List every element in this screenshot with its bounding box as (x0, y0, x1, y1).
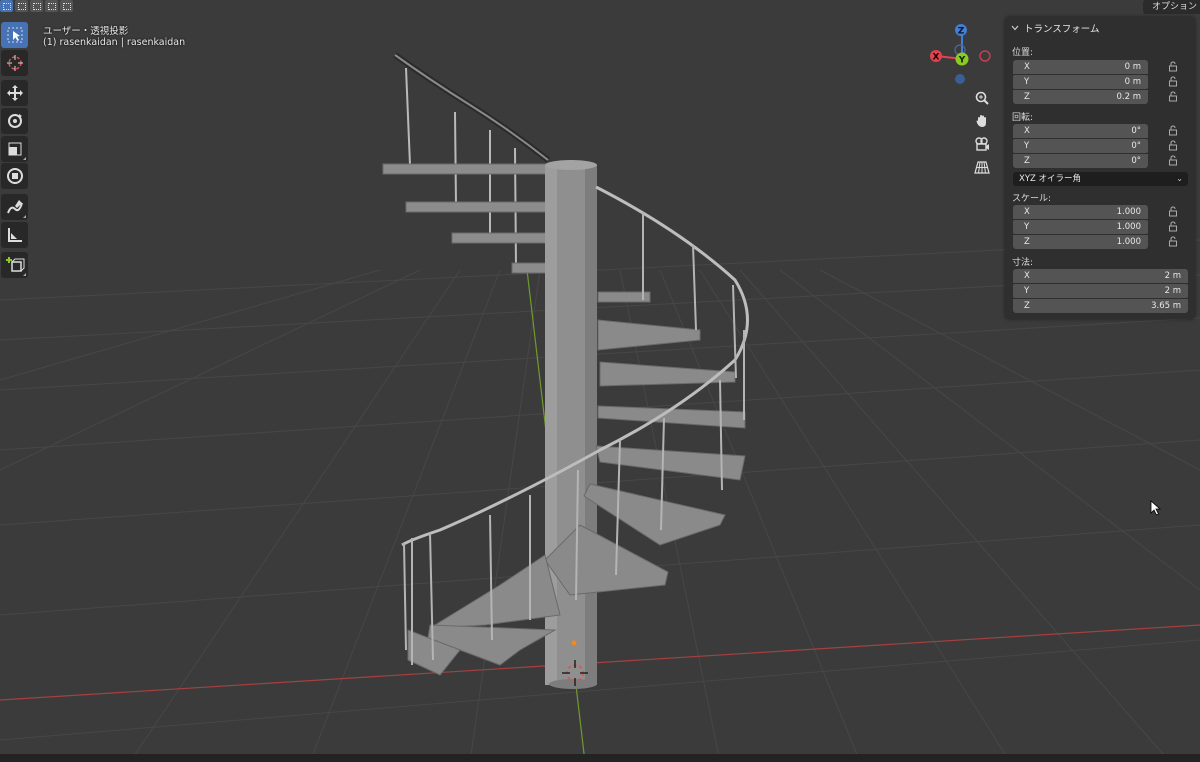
scale-label: スケール: (1012, 194, 1052, 204)
pencil-icon (6, 200, 23, 214)
chevron-down-icon (1011, 25, 1019, 31)
pan-button[interactable] (970, 111, 994, 131)
viewport-view-name: ユーザー・透視投影 (43, 26, 129, 37)
lock-icon[interactable] (1168, 221, 1178, 232)
lock-icon[interactable] (1168, 125, 1178, 136)
field-axis-label: Y (1024, 77, 1030, 87)
select-new-icon[interactable] (0, 0, 13, 12)
rotation-z-field[interactable]: Z 0° (1013, 154, 1148, 168)
rotation-y-value: 0° (1131, 141, 1141, 151)
ruler-icon (7, 228, 22, 242)
gizmo-z-label: Z (958, 27, 965, 37)
move-arrows-icon (6, 85, 23, 101)
cursor-arrow-icon (7, 27, 22, 43)
dimensions-z-field[interactable]: Z 3.65 m (1013, 299, 1188, 313)
field-axis-label: Z (1024, 237, 1030, 247)
camera-icon (975, 137, 989, 151)
rotation-x-value: 0° (1131, 126, 1141, 136)
3d-cursor-tool[interactable] (1, 50, 28, 76)
rotate-icon (7, 114, 22, 128)
field-axis-label: Y (1024, 222, 1030, 232)
location-z-field[interactable]: Z 0.2 m (1013, 90, 1148, 104)
dimensions-y-field[interactable]: Y 2 m (1013, 284, 1188, 298)
rotate-tool[interactable] (1, 108, 28, 134)
dimensions-x-value: 2 m (1164, 271, 1181, 281)
options-button[interactable]: オプション (1143, 0, 1200, 14)
field-axis-label: Z (1024, 92, 1030, 102)
rotation-z-value: 0° (1131, 156, 1141, 166)
transform-panel-title: トランスフォーム (1024, 24, 1100, 35)
zoom-icon (975, 91, 989, 105)
dimensions-z-value: 3.65 m (1151, 301, 1181, 311)
status-bar (0, 754, 1200, 762)
field-axis-label: X (1024, 207, 1030, 217)
location-label: 位置: (1012, 48, 1034, 58)
dimensions-y-value: 2 m (1164, 286, 1181, 296)
field-axis-label: Z (1024, 156, 1030, 166)
field-axis-label: X (1024, 126, 1030, 136)
lock-icon[interactable] (1168, 155, 1178, 166)
select-subtract-icon[interactable] (30, 0, 43, 12)
transform-tool[interactable] (1, 163, 28, 189)
lock-icon[interactable] (1168, 236, 1178, 247)
mouse-cursor-icon (1150, 500, 1162, 516)
rotation-mode-value: XYZ オイラー角 (1019, 174, 1082, 184)
hand-pan-icon (976, 115, 986, 127)
select-intersect-icon[interactable] (60, 0, 73, 12)
rotation-x-field[interactable]: X 0° (1013, 124, 1148, 138)
location-x-field[interactable]: X 0 m (1013, 60, 1148, 74)
field-axis-label: Y (1024, 141, 1030, 151)
navigation-gizmo[interactable]: Z X Y (925, 20, 995, 92)
add-cube-tool[interactable] (1, 252, 28, 278)
camera-view-button[interactable] (970, 134, 994, 154)
select-difference-icon[interactable] (45, 0, 58, 12)
annotate-tool[interactable] (1, 194, 28, 220)
rotation-mode-dropdown[interactable]: XYZ オイラー角 ⌄ (1013, 172, 1188, 186)
gizmo-y-label: Y (958, 56, 966, 66)
scale-y-field[interactable]: Y 1.000 (1013, 220, 1148, 234)
lock-icon[interactable] (1168, 91, 1178, 102)
location-y-value: 0 m (1124, 77, 1141, 87)
rotation-label: 回転: (1012, 113, 1034, 123)
scale-z-value: 1.000 (1116, 237, 1141, 247)
chevron-down-icon: ⌄ (1176, 174, 1183, 183)
scale-y-value: 1.000 (1116, 222, 1141, 232)
lock-icon[interactable] (1168, 206, 1178, 217)
field-axis-label: Z (1024, 301, 1030, 311)
field-axis-label: X (1024, 271, 1030, 281)
select-box-tool[interactable] (1, 22, 28, 48)
transform-panel: トランスフォーム 位置: X 0 m Y 0 m Z 0.2 m 回転: X 0° Y 0… (1005, 17, 1195, 319)
selection-mode-buttons (0, 0, 73, 14)
rotation-y-field[interactable]: Y 0° (1013, 139, 1148, 153)
dimensions-label: 寸法: (1012, 258, 1034, 268)
location-x-value: 0 m (1124, 62, 1141, 72)
measure-tool[interactable] (1, 222, 28, 248)
scale-x-field[interactable]: X 1.000 (1013, 205, 1148, 219)
add-cube-icon (5, 257, 24, 272)
zoom-button[interactable] (970, 88, 994, 108)
scale-tool[interactable] (1, 136, 28, 162)
gizmo-x-label: X (933, 53, 940, 63)
location-y-field[interactable]: Y 0 m (1013, 75, 1148, 89)
lock-icon[interactable] (1168, 140, 1178, 151)
dimensions-x-field[interactable]: X 2 m (1013, 269, 1188, 283)
grid-icon (974, 161, 990, 174)
transform-panel-header[interactable]: トランスフォーム (1011, 21, 1100, 35)
perspective-toggle-button[interactable] (970, 157, 994, 177)
transform-icon (6, 168, 23, 184)
field-axis-label: X (1024, 62, 1030, 72)
lock-icon[interactable] (1168, 76, 1178, 87)
scale-icon (8, 142, 21, 156)
field-axis-label: Y (1024, 286, 1030, 296)
lock-icon[interactable] (1168, 61, 1178, 72)
select-extend-icon[interactable] (15, 0, 28, 12)
scale-x-value: 1.000 (1116, 207, 1141, 217)
crosshair-circle-icon (6, 55, 23, 71)
scale-z-field[interactable]: Z 1.000 (1013, 235, 1148, 249)
move-tool[interactable] (1, 80, 28, 106)
viewport-object-name: (1) rasenkaidan | rasenkaidan (43, 37, 186, 48)
location-z-value: 0.2 m (1116, 92, 1142, 102)
